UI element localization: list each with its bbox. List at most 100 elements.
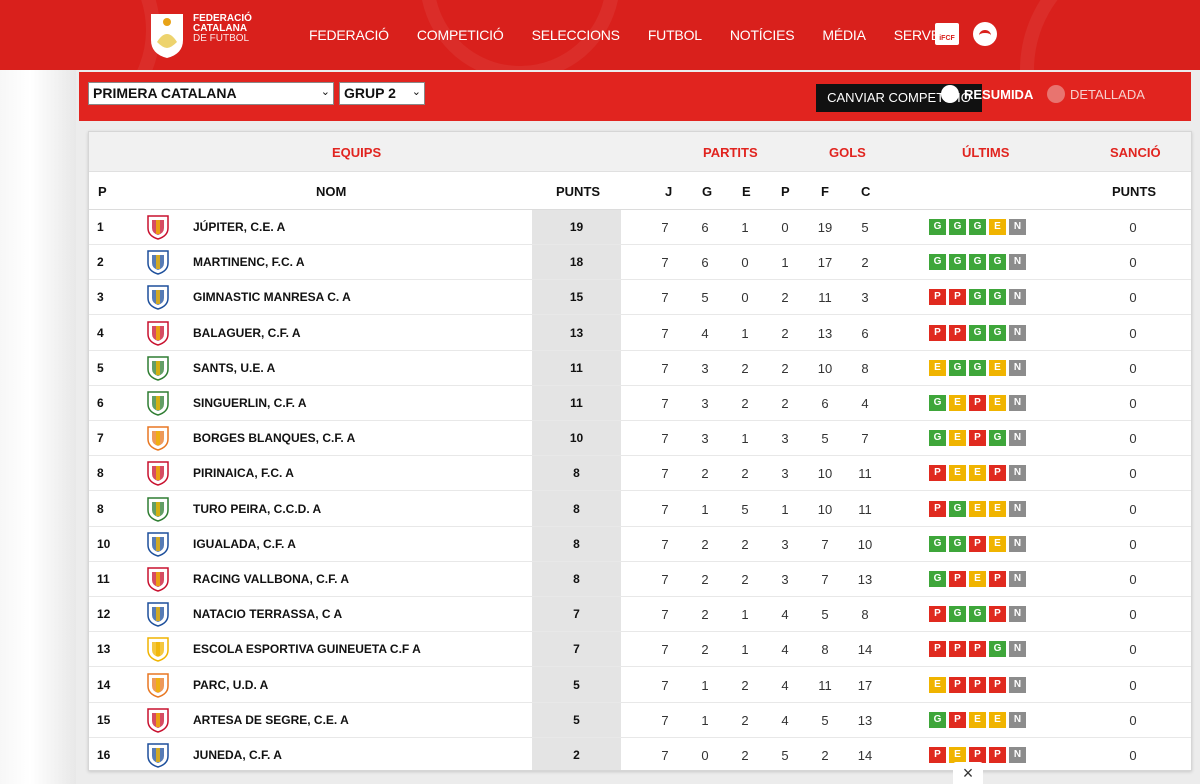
table-row[interactable]: 8 TURO PEIRA, C.C.D. A 8 7 1 5 1 10 11 P G E E N 0 bbox=[89, 492, 1191, 527]
stat-f: 7 bbox=[821, 536, 829, 552]
team-name[interactable]: SINGUERLIN, C.F. A bbox=[193, 396, 307, 410]
team-name[interactable]: PIRINAICA, F.C. A bbox=[193, 466, 294, 480]
stat-e: 1 bbox=[741, 325, 749, 341]
stat-e: 2 bbox=[741, 396, 749, 411]
team-points: 8 bbox=[573, 536, 580, 551]
result-badge: P bbox=[989, 465, 1006, 482]
col-e: E bbox=[742, 184, 751, 199]
team-points: 11 bbox=[570, 396, 583, 410]
table-row[interactable]: 6 SINGUERLIN, C.F. A 11 7 3 2 2 6 4 G E P E N 0 bbox=[89, 386, 1191, 421]
result-badge: G bbox=[929, 571, 946, 587]
nav-federacio[interactable]: FEDERACIÓ bbox=[309, 27, 389, 43]
fcf-logo-icon[interactable] bbox=[147, 12, 187, 60]
team-name[interactable]: GIMNASTIC MANRESA C. A bbox=[193, 290, 351, 304]
team-name[interactable]: BORGES BLANQUES, C.F. A bbox=[193, 431, 355, 445]
result-badge: E bbox=[969, 500, 986, 517]
sanction-points: 0 bbox=[1129, 572, 1137, 587]
table-row[interactable]: 4 BALAGUER, C.F. A 13 7 4 1 2 13 6 P P G G N 0 bbox=[89, 316, 1191, 351]
col-c: C bbox=[861, 184, 871, 199]
team-name[interactable]: PARC, U.D. A bbox=[193, 678, 268, 692]
sanction-points: 0 bbox=[1129, 290, 1137, 306]
stat-c: 13 bbox=[857, 712, 873, 728]
result-badge: P bbox=[929, 641, 946, 658]
result-badge: E bbox=[989, 711, 1006, 728]
view-summary-radio[interactable]: RESUMIDA bbox=[941, 85, 1033, 103]
team-name[interactable]: ARTESA DE SEGRE, C.E. A bbox=[193, 713, 349, 727]
header-decoration bbox=[1020, 0, 1200, 70]
sanction-points: 0 bbox=[1129, 607, 1137, 623]
last-results: PGEEN bbox=[929, 500, 1026, 517]
view-detailed-radio[interactable]: DETALLADA bbox=[1047, 85, 1145, 103]
table-row[interactable]: 11 RACING VALLBONA, C.F. A 8 7 2 2 3 7 13 G P E P N 0 bbox=[89, 562, 1191, 597]
radio-unselected-icon bbox=[1047, 85, 1065, 103]
nav-noticies[interactable]: NOTÍCIES bbox=[730, 27, 795, 43]
table-row[interactable]: 7 BORGES BLANQUES, C.F. A 10 7 3 1 3 5 7 G E P G N 0 bbox=[89, 421, 1191, 457]
close-icon[interactable]: × bbox=[953, 762, 983, 784]
team-name[interactable]: SANTS, U.E. A bbox=[193, 361, 275, 375]
team-name[interactable]: JUNEDA, C.F. A bbox=[193, 748, 282, 762]
team-crest-icon bbox=[147, 320, 169, 346]
result-badge: P bbox=[929, 606, 946, 623]
stat-f: 5 bbox=[821, 431, 829, 447]
team-crest-icon bbox=[147, 743, 169, 768]
competition-select[interactable]: PRIMERA CATALANA ⌄ bbox=[88, 82, 334, 105]
table-row[interactable]: 15 ARTESA DE SEGRE, C.E. A 5 7 1 2 4 5 13 G P E E N 0 bbox=[89, 703, 1191, 738]
nav-media[interactable]: MÉDIA bbox=[822, 27, 866, 43]
team-name[interactable]: NATACIO TERRASSA, C A bbox=[193, 607, 342, 621]
table-row[interactable]: 13 ESCOLA ESPORTIVA GUINEUETA C.F A772148… bbox=[89, 632, 1191, 668]
result-badge: P bbox=[989, 571, 1006, 587]
brand-line-3: DE FUTBOL bbox=[193, 33, 250, 44]
stat-g: 1 bbox=[701, 677, 709, 693]
column-header-row: P NOM PUNTS J G E P F C PUNTS bbox=[89, 172, 1191, 210]
table-row[interactable]: 8 PIRINAICA, F.C. A 8 7 2 2 3 10 11 P E E P N 0 bbox=[89, 456, 1191, 492]
stat-e: 2 bbox=[741, 360, 749, 376]
table-row[interactable]: 5 SANTS, U.E. A 11 7 3 2 2 10 8 E G G E N 0 bbox=[89, 351, 1191, 386]
result-badge: G bbox=[929, 535, 946, 552]
table-row[interactable]: 16 JUNEDA, C.F. A 2 7 0 2 5 2 14 P E P P N 0 bbox=[89, 738, 1191, 770]
team-crest-icon bbox=[147, 532, 169, 557]
table-row[interactable]: 10 IGUALADA, C.F. A 8 7 2 2 3 7 10 G G P E N 0 bbox=[89, 527, 1191, 562]
nav-futbol[interactable]: FUTBOL bbox=[648, 27, 702, 43]
team-points: 8 bbox=[573, 572, 580, 586]
result-badge: G bbox=[969, 219, 986, 235]
team-name[interactable]: BALAGUER, C.F. A bbox=[193, 326, 301, 340]
last-results: PEPPN bbox=[929, 747, 1026, 763]
result-badge: G bbox=[969, 324, 986, 341]
result-badge: N bbox=[1009, 465, 1026, 482]
col-p: P bbox=[781, 184, 790, 199]
stat-e: 2 bbox=[741, 572, 749, 587]
result-badge: G bbox=[969, 606, 986, 623]
brand-text[interactable]: FEDERACIÓ CATALANA DE FUTBOL bbox=[193, 14, 252, 44]
team-points: 15 bbox=[569, 290, 584, 305]
stat-j: 7 bbox=[661, 712, 669, 728]
ball-icon[interactable] bbox=[973, 22, 997, 46]
stat-c: 7 bbox=[861, 431, 869, 447]
row-position: 7 bbox=[97, 431, 104, 446]
nav-seleccions[interactable]: SELECCIONS bbox=[532, 27, 620, 43]
ifcf-icon[interactable]: iFCF bbox=[935, 23, 959, 45]
team-name[interactable]: ESCOLA ESPORTIVA GUINEUETA C.F A bbox=[193, 642, 421, 656]
team-name[interactable]: TURO PEIRA, C.C.D. A bbox=[193, 502, 321, 516]
table-row[interactable]: 2 MARTINENC, F.C. A 18 7 6 0 1 17 2 G G G G N 0 bbox=[89, 245, 1191, 281]
stat-c: 2 bbox=[861, 255, 869, 271]
stat-c: 8 bbox=[861, 607, 869, 623]
table-row[interactable]: 12 NATACIO TERRASSA, C A7721458PGGPN0 bbox=[89, 597, 1191, 633]
stat-g: 2 bbox=[701, 572, 709, 587]
result-badge: N bbox=[1009, 500, 1026, 517]
result-badge: P bbox=[969, 395, 986, 411]
table-row[interactable]: 14 PARC, U.D. A 5 7 1 2 4 11 17 E P P P N 0 bbox=[89, 668, 1191, 703]
team-name[interactable]: MARTINENC, F.C. A bbox=[193, 255, 305, 269]
result-badge: P bbox=[949, 324, 966, 341]
table-row[interactable]: 1 JÚPITER, C.E. A 19 7 6 1 0 19 5 G G G E N 0 bbox=[89, 210, 1191, 245]
team-name[interactable]: JÚPITER, C.E. A bbox=[193, 220, 285, 234]
table-row[interactable]: 3 GIMNASTIC MANRESA C. A 15 7 5 0 2 11 3 P P G G N 0 bbox=[89, 280, 1191, 316]
group-select[interactable]: GRUP 2 ⌄ bbox=[339, 82, 425, 105]
stat-c: 3 bbox=[861, 290, 869, 306]
team-name[interactable]: RACING VALLBONA, C.F. A bbox=[193, 572, 349, 586]
team-name[interactable]: IGUALADA, C.F. A bbox=[193, 537, 296, 551]
stat-f: 11 bbox=[818, 677, 832, 693]
stat-p: 3 bbox=[781, 572, 789, 587]
nav-competicio[interactable]: COMPETICIÓ bbox=[417, 27, 504, 43]
stat-g: 0 bbox=[701, 748, 709, 763]
standings-table: EQUIPS PARTITS GOLS ÚLTIMS SANCIÓ P NOM … bbox=[88, 131, 1192, 771]
